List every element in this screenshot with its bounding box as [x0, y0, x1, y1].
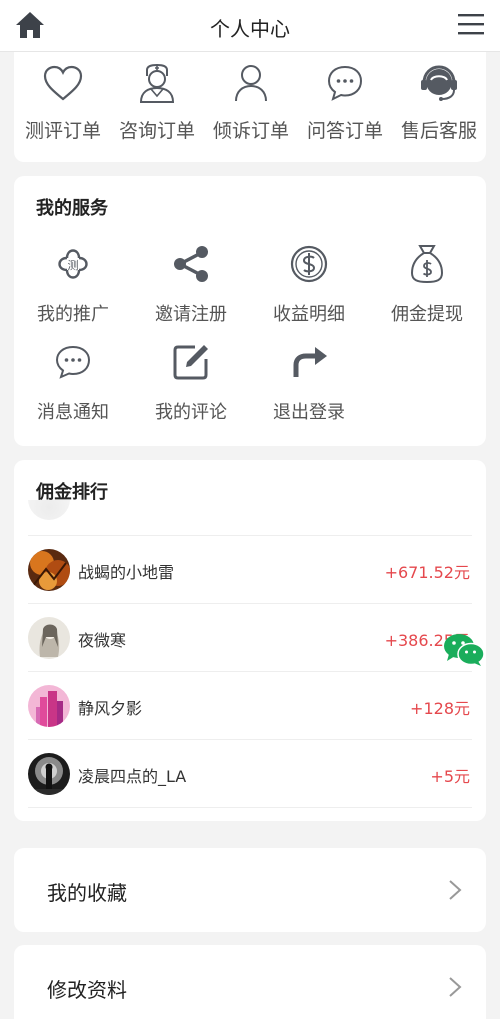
ranking-row[interactable]: 凌晨四点的_LA +5元	[28, 740, 472, 808]
chat-bubble-icon	[327, 65, 363, 101]
message-icon	[55, 345, 91, 379]
chevron-right-icon	[449, 977, 462, 997]
avatar	[28, 753, 70, 795]
order-item-label: 咨询订单	[118, 120, 195, 142]
service-item-earnings[interactable]: 收益明细	[250, 242, 368, 340]
chevron-right-icon	[449, 880, 462, 900]
clover-icon: 测	[58, 249, 88, 279]
edit-profile-row[interactable]: 修改资料	[14, 945, 486, 1019]
heart-icon	[43, 65, 83, 101]
avatar-image	[28, 617, 70, 659]
ranking-amount: +671.52元	[384, 563, 470, 582]
avatar	[28, 617, 70, 659]
headset-icon	[421, 65, 457, 101]
ranking-amount: +128元	[410, 699, 470, 718]
service-item-label: 佣金提现	[391, 304, 463, 325]
avatar	[28, 549, 70, 591]
wechat-icon[interactable]	[442, 632, 486, 668]
avatar	[28, 500, 70, 520]
ranking-row[interactable]: 战蝎的小地雷 +671.52元	[28, 536, 472, 604]
section-title: 我的服务	[36, 198, 108, 219]
user-icon	[235, 65, 267, 102]
order-item-label: 测评订单	[24, 120, 101, 142]
avatar	[28, 685, 70, 727]
favorites-row[interactable]: 我的收藏	[14, 848, 486, 932]
order-item-label: 问答订单	[306, 120, 383, 142]
edit-icon	[173, 345, 208, 380]
service-item-label: 我的评论	[155, 402, 227, 423]
ranking-name: 夜微寒	[78, 631, 127, 650]
service-item-label: 退出登录	[273, 402, 345, 423]
ranking-row-partial	[28, 500, 472, 536]
service-item-withdraw[interactable]: 佣金提现	[368, 242, 486, 340]
order-item-label: 售后客服	[400, 120, 477, 142]
order-item-label: 倾诉订单	[212, 120, 289, 142]
order-item-confide[interactable]: 倾诉订单	[204, 48, 298, 143]
service-item-promotion[interactable]: 测 我的推广	[14, 242, 132, 340]
clover-icon-text: 测	[68, 259, 79, 272]
service-item-messages[interactable]: 消息通知	[14, 340, 132, 438]
order-item-assessment[interactable]: 测评订单	[16, 48, 110, 143]
doctor-icon	[139, 63, 175, 103]
service-item-logout[interactable]: 退出登录	[250, 340, 368, 438]
orders-card: 测评订单 咨询订单 倾诉订单 问答订单 售后客服	[14, 48, 486, 162]
ranking-row[interactable]: 静风夕影 +128元	[28, 672, 472, 740]
order-item-qa[interactable]: 问答订单	[298, 48, 392, 143]
service-item-invite[interactable]: 邀请注册	[132, 242, 250, 340]
ranking-card: 佣金排行 战蝎的小地雷 +671.52元 夜微寒 +386.25元 静风夕影 +…	[14, 460, 486, 821]
order-item-after-sales[interactable]: 售后客服	[392, 48, 486, 143]
edit-profile-label: 修改资料	[47, 978, 127, 1002]
top-bar: 个人中心	[0, 0, 500, 52]
share-icon	[174, 246, 208, 282]
ranking-row[interactable]: 夜微寒 +386.25元	[28, 604, 472, 672]
ranking-name: 凌晨四点的_LA	[78, 767, 187, 786]
ranking-amount: +5元	[430, 767, 470, 786]
avatar-image	[28, 753, 70, 795]
logout-arrow-icon	[293, 347, 327, 377]
hamburger-menu-icon[interactable]	[458, 12, 484, 36]
services-card: 我的服务 测 我的推广 邀请注册 收益明细 佣金提现 消息通知 我的评论 退出登…	[14, 176, 486, 446]
ranking-name: 战蝎的小地雷	[78, 563, 175, 582]
page-title: 个人中心	[210, 17, 290, 41]
favorites-label: 我的收藏	[47, 881, 127, 905]
money-bag-icon	[410, 245, 444, 284]
dollar-coin-icon	[290, 245, 328, 283]
avatar-image	[28, 685, 70, 727]
service-item-label: 邀请注册	[155, 304, 227, 325]
avatar-image	[28, 549, 70, 591]
service-item-comments[interactable]: 我的评论	[132, 340, 250, 438]
ranking-list[interactable]: 战蝎的小地雷 +671.52元 夜微寒 +386.25元 静风夕影 +128元 …	[28, 500, 472, 810]
ranking-name: 静风夕影	[78, 699, 143, 718]
service-item-label: 消息通知	[37, 402, 109, 423]
service-item-label: 我的推广	[37, 304, 109, 325]
order-item-consult[interactable]: 咨询订单	[110, 48, 204, 143]
service-item-label: 收益明细	[273, 304, 345, 325]
